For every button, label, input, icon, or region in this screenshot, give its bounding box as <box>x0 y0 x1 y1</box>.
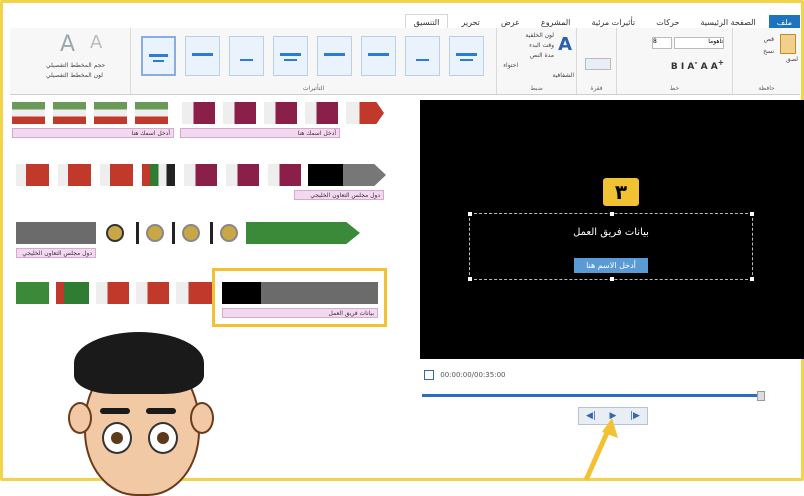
flag-thumb <box>268 164 301 186</box>
text-duration-field[interactable]: مدة النص <box>530 52 554 59</box>
flag-thumb <box>136 282 169 304</box>
cut-button[interactable]: قص <box>764 36 774 43</box>
align-buttons[interactable] <box>585 58 611 70</box>
clip-row-3[interactable] <box>16 222 360 244</box>
time-readout: 00:00:00/00:35:00 <box>440 371 506 379</box>
paste-label: لصق <box>785 56 798 63</box>
ribbon-tabs: ملف الصفحة الرئيسية حركات تأثيرات مرئية … <box>10 10 800 30</box>
fit-button[interactable]: احتواء <box>503 62 518 69</box>
group-label-adjust: ضبط <box>530 85 543 92</box>
flag-thumb <box>100 164 133 186</box>
outline-size-button[interactable]: حجم المخطط التفصيلي <box>46 62 105 69</box>
caption-label[interactable]: دول مجلس التعاون الخليجي <box>16 248 96 258</box>
flag-thumb <box>16 282 49 304</box>
transparency-label: الشفافية <box>552 72 574 79</box>
clip-row-1[interactable] <box>12 102 384 124</box>
clip-row-2[interactable] <box>16 164 386 186</box>
resize-handle[interactable] <box>610 277 614 281</box>
seek-handle[interactable] <box>757 391 765 401</box>
step-number-badge: ٣ <box>603 178 639 206</box>
caption-label[interactable]: دول مجلس التعاون الخليجي <box>294 190 384 200</box>
paste-icon[interactable] <box>780 34 796 54</box>
effect-button-6[interactable] <box>361 36 396 76</box>
seek-bar[interactable] <box>422 394 764 397</box>
font-size-select[interactable]: 8 <box>652 37 672 49</box>
gcc-logo-thumb <box>106 224 124 242</box>
flag-thumb <box>264 102 297 124</box>
text-color-icon[interactable]: A <box>558 34 572 55</box>
gcc-logo-thumb <box>182 224 200 242</box>
flag-thumb <box>223 102 256 124</box>
time-display: 00:00:00/00:35:00 <box>420 370 804 384</box>
resize-handle[interactable] <box>610 212 614 216</box>
flag-thumb <box>226 164 259 186</box>
font-format-buttons[interactable]: B I A- A A+ <box>671 58 724 72</box>
effect-button-8[interactable] <box>449 36 484 76</box>
storyboard: أدخل اسمك هنا أدخل اسمك هنا دول مجلس الت… <box>12 98 412 338</box>
next-frame-icon[interactable]: |▶ <box>629 411 641 421</box>
flag-thumb <box>182 102 215 124</box>
resize-handle[interactable] <box>468 277 472 281</box>
flag-thumb <box>135 102 168 124</box>
flag-thumb <box>56 282 89 304</box>
clipboard-group: لصق قص نسخ حافظة <box>732 28 800 94</box>
paragraph-group: فقرة <box>576 28 616 94</box>
flag-thumb <box>58 164 91 186</box>
gcc-logo-thumb <box>220 224 238 242</box>
effect-button-3[interactable] <box>229 36 264 76</box>
font-group: تاهوما 8 B I A- A A+ خط <box>616 28 732 94</box>
start-time-field[interactable]: وقت البدء <box>529 42 554 49</box>
resize-handle[interactable] <box>468 212 472 216</box>
group-label-clipboard: حافظة <box>758 85 775 92</box>
gray-clip <box>16 222 96 244</box>
monitor-icon[interactable] <box>424 370 434 380</box>
flag-thumb <box>308 164 386 186</box>
flag-thumb <box>305 102 338 124</box>
cartoon-boy-illustration <box>66 332 214 496</box>
flag-thumb <box>184 164 217 186</box>
flag-thumb <box>346 102 384 124</box>
gcc-logo-thumb <box>146 224 164 242</box>
flag-thumb <box>12 102 45 124</box>
outline-group: A A حجم المخطط التفصيلي لون المخطط التفص… <box>10 28 130 94</box>
outline-a-icon[interactable]: A <box>60 32 75 57</box>
caption-label[interactable]: أدخل اسمك هنا <box>12 128 174 138</box>
effect-button-2[interactable] <box>185 36 220 76</box>
effect-button-1[interactable] <box>141 36 176 76</box>
group-label-paragraph: فقرة <box>590 85 603 92</box>
font-family-select[interactable]: تاهوما <box>674 37 724 49</box>
tab-format[interactable]: التنسيق <box>404 14 449 29</box>
flag-thumb <box>53 102 86 124</box>
outline-color-button[interactable]: لون المخطط التفصيلي <box>46 72 103 79</box>
group-label-font: خط <box>669 85 680 92</box>
caption-label[interactable]: أدخل اسمك هنا <box>180 128 340 138</box>
outline-color-icon[interactable]: A <box>90 32 102 53</box>
effect-button-7[interactable] <box>405 36 440 76</box>
adjust-group: A لون الخلفية وقت البدء مدة النص احتواء … <box>496 28 576 94</box>
pointer-arrow <box>583 418 618 481</box>
ribbon: لصق قص نسخ حافظة تاهوما 8 B I A- A A+ خط… <box>10 28 800 95</box>
group-label-effects: التأثيرات <box>302 85 325 92</box>
resize-handle[interactable] <box>750 277 754 281</box>
effects-group: التأثيرات <box>130 28 496 94</box>
effect-button-4[interactable] <box>273 36 308 76</box>
bg-color-button[interactable]: لون الخلفية <box>525 32 554 39</box>
flag-thumb <box>246 222 360 244</box>
effect-button-5[interactable] <box>317 36 352 76</box>
preview-title: بيانات فريق العمل <box>573 227 649 238</box>
video-preview[interactable]: ٣ بيانات فريق العمل أدخل الاسم هنا <box>420 100 804 359</box>
flag-thumb <box>16 164 49 186</box>
flag-thumb <box>176 282 212 304</box>
flag-thumb <box>94 102 127 124</box>
flag-thumb <box>142 164 175 186</box>
title-text-box[interactable]: بيانات فريق العمل أدخل الاسم هنا <box>468 212 754 281</box>
copy-button[interactable]: نسخ <box>763 48 774 55</box>
resize-handle[interactable] <box>750 212 754 216</box>
flag-thumb <box>96 282 129 304</box>
selection-highlight <box>212 268 387 327</box>
preview-subtitle[interactable]: أدخل الاسم هنا <box>574 258 648 273</box>
